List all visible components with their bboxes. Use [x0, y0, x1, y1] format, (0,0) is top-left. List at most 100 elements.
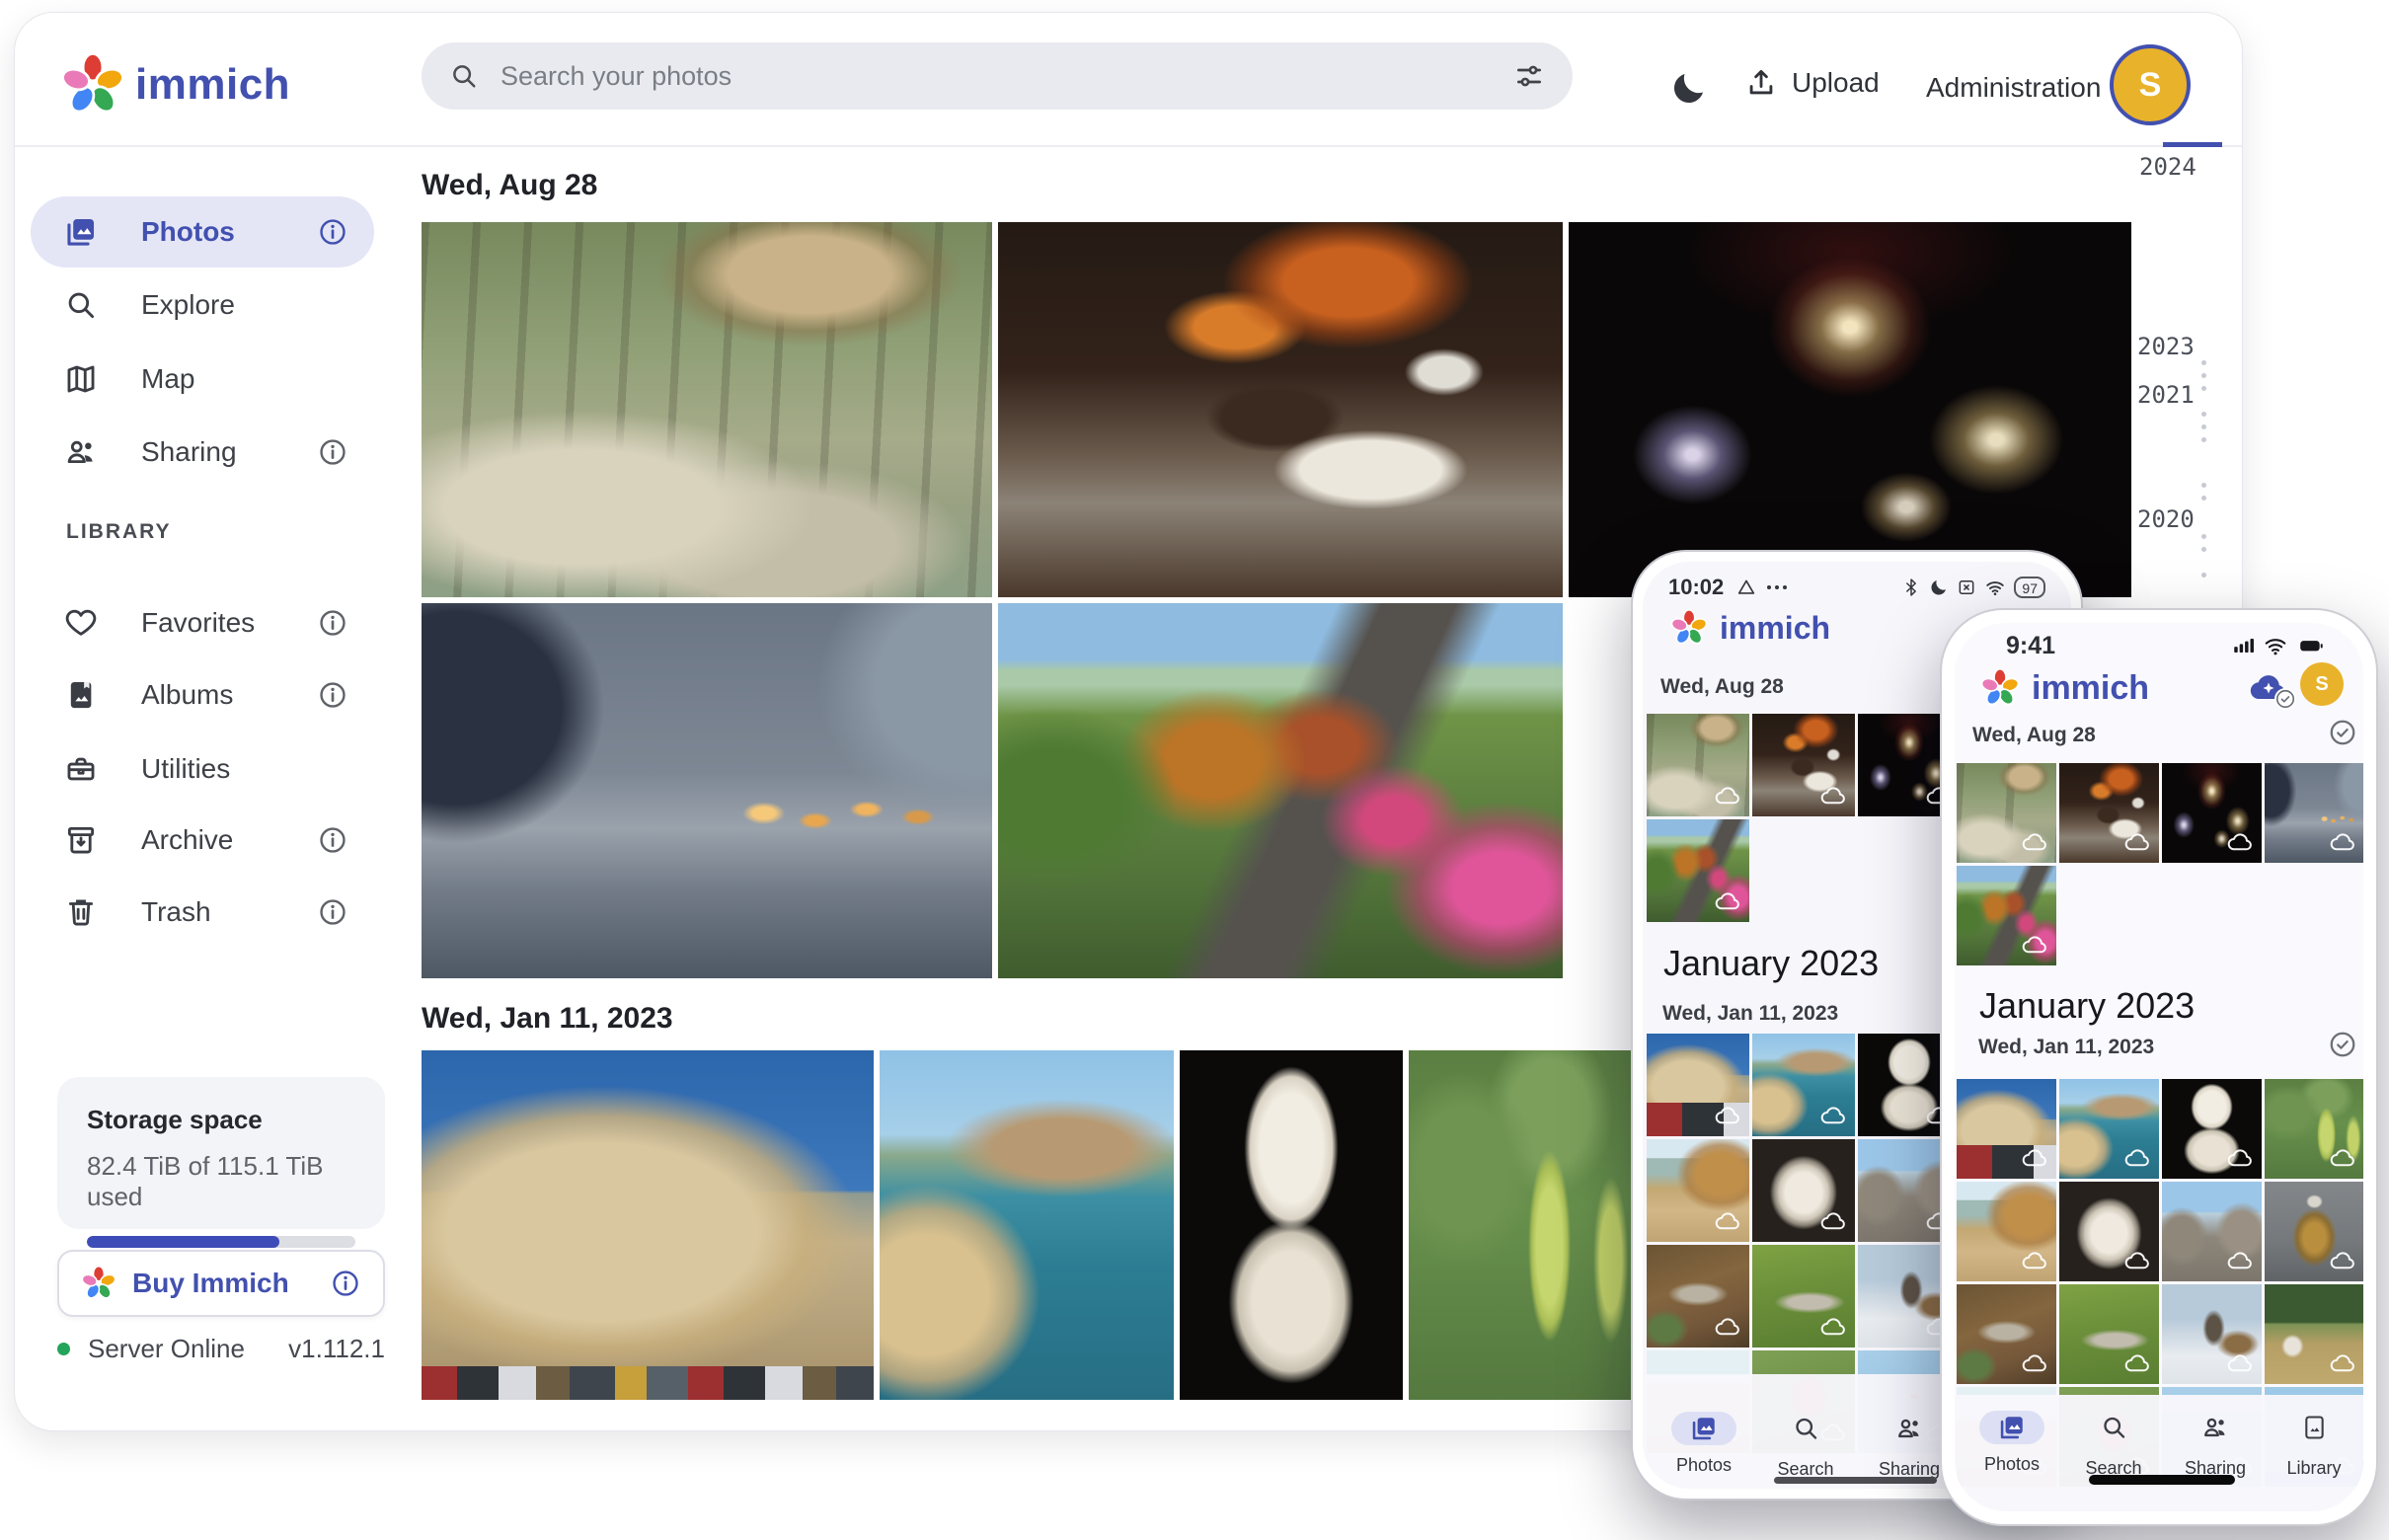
iphone-mockup: 9:41 immich S Wed, Aug 28 January 2023	[1940, 608, 2378, 1526]
no-sim-icon	[1957, 578, 1976, 597]
photo-autumn-path[interactable]	[998, 603, 1563, 978]
sharing-icon	[1895, 1415, 1923, 1442]
upload-button[interactable]: Upload	[1744, 66, 1880, 100]
phone-app-logo: immich	[1670, 609, 1830, 647]
photo-holding-hands[interactable]	[422, 603, 992, 978]
phone-photo-grid	[1957, 763, 2363, 965]
cloud-backup-icon	[2020, 1247, 2049, 1276]
photo-fortress[interactable]	[422, 1050, 874, 1400]
photo-monkeys-zoo[interactable]	[422, 222, 992, 597]
cloud-backup-icon	[1818, 1313, 1848, 1343]
status-time: 9:41	[2006, 632, 2055, 660]
photo-fireworks[interactable]	[1569, 222, 2131, 597]
status-time: 10:02	[1668, 575, 1724, 600]
info-icon[interactable]	[317, 824, 348, 856]
topbar-divider	[15, 145, 2242, 147]
thumb-fortress	[1957, 1079, 2056, 1179]
thumb-alpine-farm	[2265, 1284, 2363, 1384]
timeline-position-indicator[interactable]	[2163, 142, 2222, 147]
search-icon	[1792, 1415, 1819, 1442]
timeline-tick	[2201, 373, 2206, 378]
app-title: immich	[135, 60, 290, 110]
explore-icon	[64, 288, 98, 322]
photo-marble-bust[interactable]	[1180, 1050, 1403, 1400]
cloud-backup-icon	[1818, 1207, 1848, 1237]
data-saver-icon	[1735, 577, 1757, 598]
timeline-tick	[2201, 412, 2206, 417]
timeline-tick	[2201, 496, 2206, 500]
server-status-row: Server Online v1.112.1	[57, 1334, 385, 1364]
info-icon[interactable]	[317, 216, 348, 248]
storage-usage: 82.4 TiB of 115.1 TiB used	[87, 1151, 355, 1212]
sidebar-item-map[interactable]: Map	[31, 344, 374, 415]
info-icon[interactable]	[317, 607, 348, 639]
theme-toggle-moon-icon[interactable]	[1669, 68, 1709, 108]
cloud-backup-icon	[2328, 1144, 2357, 1174]
cloud-backup-icon	[2225, 1349, 2255, 1379]
map-icon	[64, 362, 98, 396]
server-status: Server Online	[88, 1334, 245, 1364]
thumb-fortress	[1647, 1034, 1749, 1136]
photo-coastal-fort[interactable]	[880, 1050, 1174, 1400]
cloud-backup-icon	[1713, 1313, 1742, 1343]
cloud-backup-icon	[2020, 1349, 2049, 1379]
phone-tab-search: Search	[1777, 1415, 1833, 1480]
timeline-year[interactable]: 2023	[2137, 333, 2195, 360]
trash-icon	[64, 895, 98, 929]
cloud-backup-icon	[1713, 1102, 1742, 1131]
cloud-backup-icon	[1818, 782, 1848, 811]
sidebar-item-trash[interactable]: Trash	[31, 877, 374, 948]
home-indicator	[2089, 1475, 2235, 1485]
sidebar-item-sharing[interactable]: Sharing	[31, 417, 374, 488]
sidebar-item-archive[interactable]: Archive	[31, 805, 374, 876]
cloud-backup-icon	[2020, 1144, 2049, 1174]
home-indicator	[1774, 1477, 1937, 1484]
phone-month-heading: January 2023	[1663, 943, 1879, 984]
timeline-year[interactable]: 2024	[2139, 153, 2196, 181]
dnd-moon-icon	[1929, 578, 1949, 597]
immich-logo-icon	[81, 1266, 116, 1301]
cloud-backup-icon	[1818, 1102, 1848, 1131]
search-filter-icon[interactable]	[1513, 60, 1545, 92]
timeline-tick	[2201, 437, 2206, 442]
server-version: v1.112.1	[288, 1334, 385, 1364]
ellipsis-icon	[1767, 585, 1787, 589]
sidebar-item-explore[interactable]: Explore	[31, 270, 374, 341]
cloud-backup-icon	[2122, 1247, 2152, 1276]
timeline-tick	[2201, 386, 2206, 391]
timeline-tick	[2201, 483, 2206, 488]
phone-month-heading: January 2023	[1979, 985, 2195, 1027]
info-icon[interactable]	[317, 436, 348, 468]
albums-icon	[64, 678, 98, 712]
photo-autumn-dinner[interactable]	[998, 222, 1563, 597]
thumb-ruins	[2162, 1182, 2262, 1281]
library-heading: LIBRARY	[66, 520, 172, 544]
search-input[interactable]	[499, 60, 1494, 93]
info-icon[interactable]	[317, 679, 348, 711]
thumb-coast	[1752, 1034, 1855, 1136]
thumb-ornament	[2265, 1182, 2363, 1281]
buy-immich-button[interactable]: Buy Immich	[57, 1250, 385, 1317]
sidebar-item-albums[interactable]: Albums	[31, 659, 374, 731]
sidebar-item-favorites[interactable]: Favorites	[31, 587, 374, 658]
thumb-coast	[2059, 1079, 2159, 1179]
administration-link[interactable]: Administration	[1926, 72, 2101, 104]
date-heading: Wed, Aug 28	[422, 169, 597, 202]
sidebar-item-utilities[interactable]: Utilities	[31, 733, 374, 805]
sidebar-item-photos[interactable]: Photos	[31, 196, 374, 268]
storage-progress	[87, 1236, 355, 1248]
search-bar[interactable]	[422, 42, 1573, 110]
timeline-year[interactable]: 2021	[2137, 381, 2195, 409]
info-icon[interactable]	[317, 896, 348, 928]
info-icon[interactable]	[330, 1268, 361, 1299]
photo-green-berries[interactable]	[1409, 1050, 1636, 1400]
timeline-year[interactable]: 2020	[2137, 505, 2195, 533]
phone-tab-library: Library	[2286, 1414, 2341, 1479]
thumb-autumn-path	[1957, 866, 2056, 965]
heart-icon	[64, 606, 98, 640]
user-avatar[interactable]: S	[2110, 44, 2191, 125]
phone-tab-sharing: Sharing	[1879, 1415, 1940, 1480]
timeline-tick	[2201, 573, 2206, 578]
search-icon	[449, 61, 479, 91]
phone-tab-photos: Photos	[1979, 1411, 2044, 1475]
